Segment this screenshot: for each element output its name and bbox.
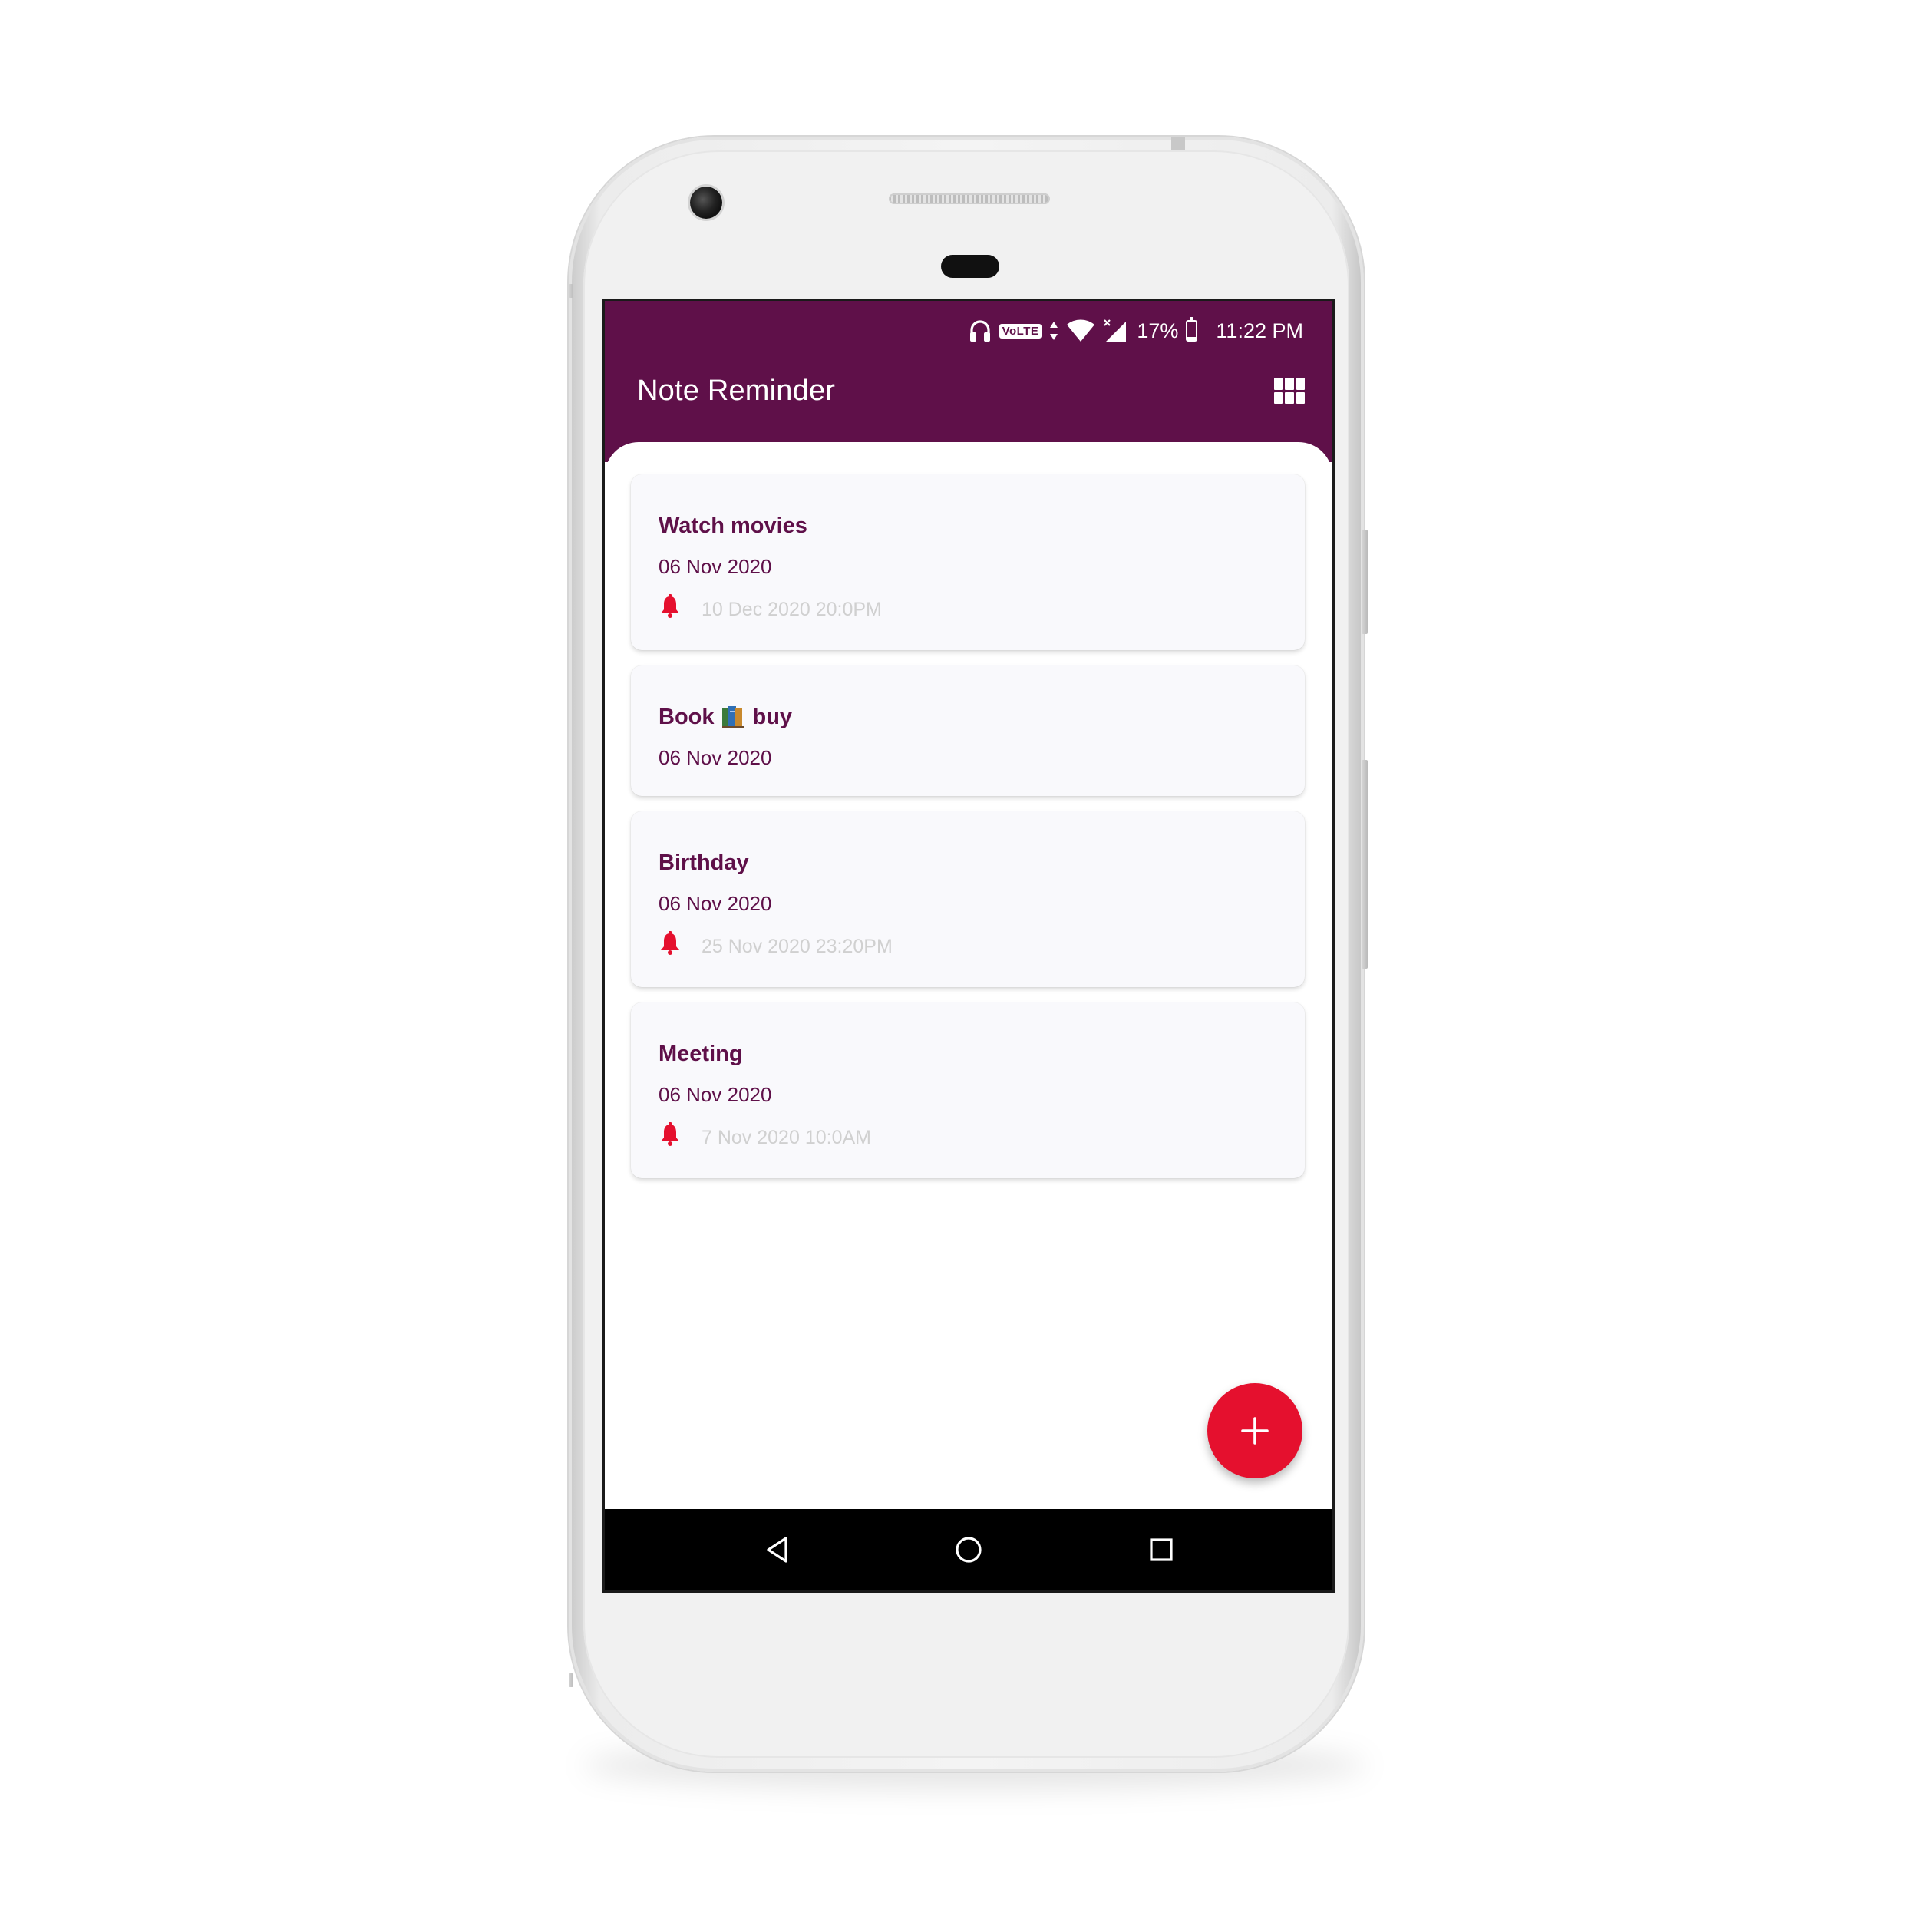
note-date: 06 Nov 2020 — [659, 1083, 772, 1106]
front-camera — [690, 187, 722, 219]
device-stage: VoLTE 17% 11:22 PM Note Reminder Watch m… — [0, 0, 1928, 1932]
back-icon[interactable] — [758, 1532, 797, 1567]
note-reminder-time: 7 Nov 2020 10:0AM — [702, 1126, 871, 1148]
note-card[interactable]: Watch movies 06 Nov 2020 10 Dec 2020 20:0P… — [631, 474, 1305, 650]
note-title: Book buy — [659, 704, 1277, 730]
plus-icon — [1241, 1417, 1269, 1445]
note-card[interactable]: Meeting 06 Nov 2020 7 Nov 2020 10:0AM — [631, 1002, 1305, 1178]
note-date: 06 Nov 2020 — [659, 892, 772, 915]
data-arrows-icon — [1049, 320, 1058, 342]
note-title: Watch movies — [659, 513, 1277, 539]
status-bar: VoLTE 17% 11:22 PM — [969, 312, 1303, 350]
system-nav-bar — [605, 1509, 1332, 1590]
note-reminder-time: 25 Nov 2020 23:20PM — [702, 935, 893, 957]
phone-top-notch — [1171, 137, 1185, 150]
wifi-icon — [1066, 319, 1095, 342]
battery-icon — [1186, 317, 1198, 342]
note-title: Meeting — [659, 1041, 1277, 1067]
battery-level-fill — [1187, 336, 1197, 340]
grid-cell — [1274, 391, 1283, 404]
notes-content: Watch movies 06 Nov 2020 10 Dec 2020 20:0P… — [605, 442, 1332, 1509]
note-reminder: 7 Nov 2020 10:0AM — [659, 1122, 1277, 1152]
page-title: Note Reminder — [637, 375, 836, 407]
note-title-text: Birthday — [659, 850, 749, 875]
note-reminder: 25 Nov 2020 23:20PM — [659, 931, 1277, 961]
note-title-text: Book — [659, 705, 715, 729]
note-title-text: Meeting — [659, 1042, 743, 1066]
add-note-button[interactable] — [1207, 1383, 1302, 1478]
cell-signal-icon — [1103, 319, 1129, 343]
note-reminder-time: 10 Dec 2020 20:0PM — [702, 598, 882, 620]
clock: 11:22 PM — [1216, 319, 1303, 342]
bell-icon — [659, 594, 682, 624]
bell-icon — [659, 1122, 682, 1152]
proximity-sensor — [941, 255, 999, 278]
frame-edge-left-lower — [569, 1673, 573, 1687]
headphones-icon — [969, 319, 992, 343]
home-icon[interactable] — [949, 1532, 988, 1567]
books-emoji-icon — [721, 705, 747, 729]
frame-edge-left — [569, 284, 573, 298]
note-list: Watch movies 06 Nov 2020 10 Dec 2020 20:0P… — [631, 474, 1305, 1178]
grid-view-icon[interactable] — [1274, 378, 1305, 404]
grid-cell — [1296, 378, 1305, 390]
volume-button — [1362, 760, 1368, 969]
volte-icon: VoLTE — [999, 323, 1042, 339]
grid-cell — [1296, 391, 1305, 404]
note-card[interactable]: Birthday 06 Nov 2020 25 Nov 2020 23:20PM — [631, 811, 1305, 987]
power-button — [1362, 530, 1368, 634]
bell-icon — [659, 931, 682, 961]
note-title: Birthday — [659, 850, 1277, 876]
note-title-text: Watch movies — [659, 514, 807, 538]
note-date: 06 Nov 2020 — [659, 555, 772, 578]
grid-cell — [1274, 378, 1283, 390]
phone-screen: VoLTE 17% 11:22 PM Note Reminder Watch m… — [605, 301, 1332, 1590]
recents-icon[interactable] — [1142, 1532, 1180, 1567]
earpiece-speaker — [889, 193, 1050, 204]
app-bar: VoLTE 17% 11:22 PM Note Reminder — [605, 301, 1332, 462]
grid-cell — [1285, 378, 1294, 390]
note-date: 06 Nov 2020 — [659, 746, 772, 769]
note-title-text-suffix: buy — [752, 705, 793, 729]
note-card[interactable]: Book buy 06 Nov 2020 — [631, 665, 1305, 796]
note-reminder: 10 Dec 2020 20:0PM — [659, 594, 1277, 624]
battery-percent: 17% — [1137, 319, 1179, 342]
grid-cell — [1285, 391, 1294, 404]
